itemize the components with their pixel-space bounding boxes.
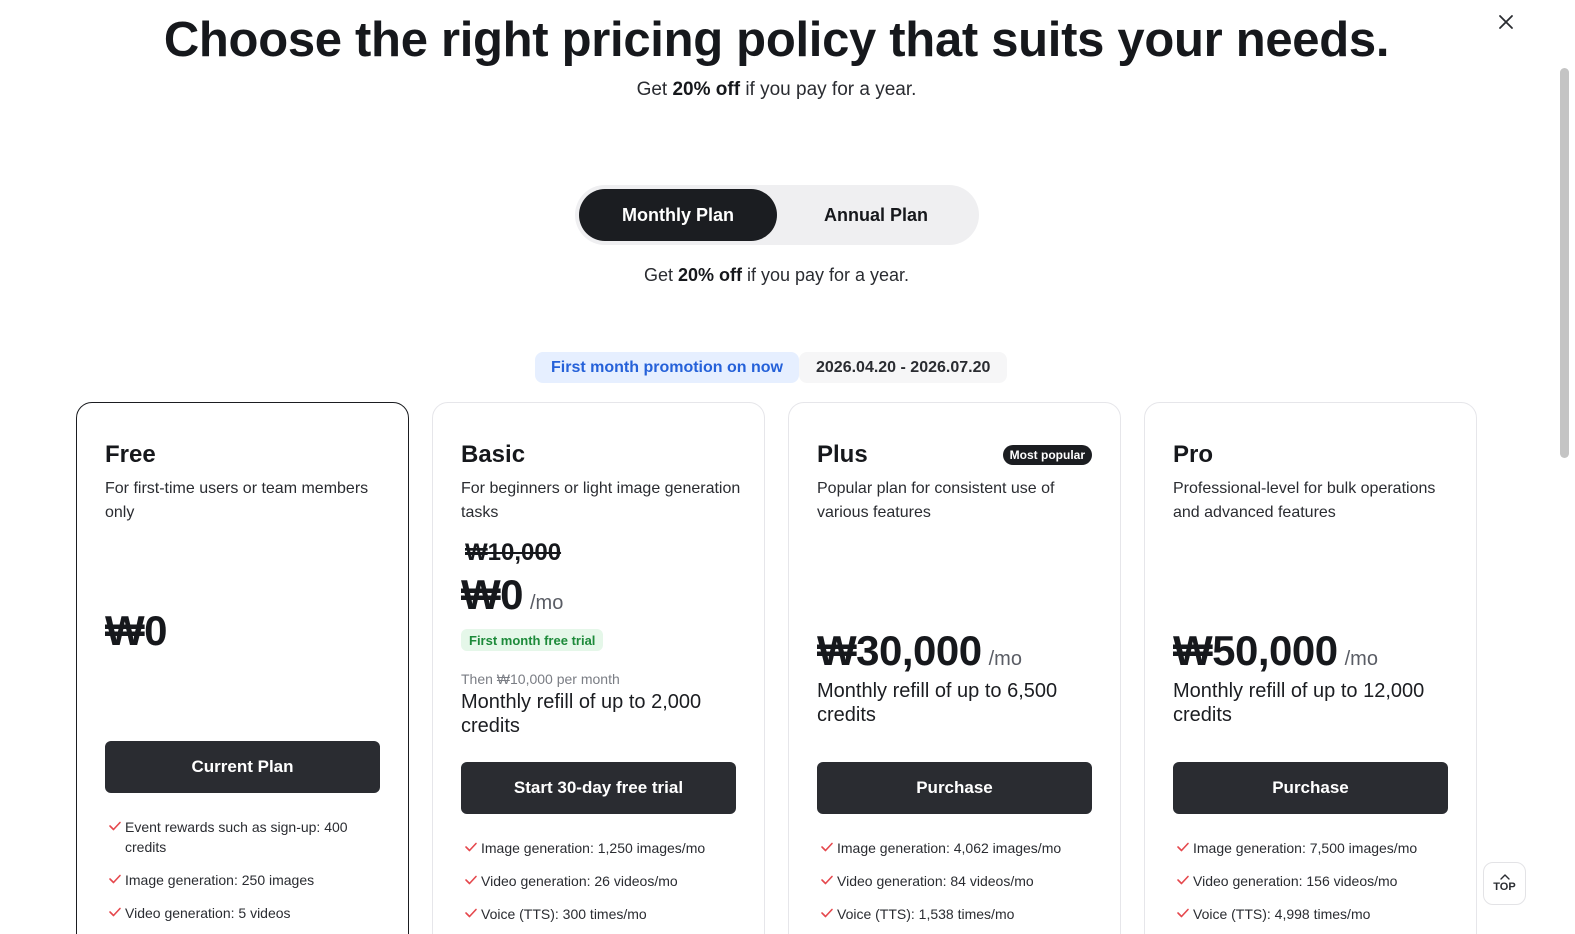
plan-card-pro: Pro Professional-level for bulk operatio…	[1144, 402, 1477, 934]
check-icon	[1177, 842, 1189, 852]
price-row: ₩0 /mo	[461, 571, 563, 619]
feature-text: Image generation: 4,062 images/mo	[837, 840, 1062, 856]
feature-text: Voice (TTS): 1,538 times/mo	[837, 906, 1015, 922]
feature-item: Image generation: 7,500 images/mo	[1173, 838, 1458, 858]
scrollbar-thumb[interactable]	[1560, 68, 1569, 458]
feature-item: Video generation: 5 videos	[105, 903, 390, 923]
price-row: ₩50,000 /mo	[1173, 627, 1378, 675]
feature-item: Image generation: 250 images	[105, 870, 390, 890]
feature-text: Video generation: 5 videos	[125, 905, 291, 921]
price-period: /mo	[988, 648, 1022, 670]
plan-description: Popular plan for consistent use of vario…	[817, 480, 1055, 521]
feature-item: Voice (TTS): 1,538 times/mo	[817, 904, 1102, 924]
feature-text: Video generation: 26 videos/mo	[481, 873, 678, 889]
discount-note-bold: 20% off	[672, 79, 741, 100]
toggle-note-pre: Get	[643, 265, 678, 285]
plan-card-plus: Plus Most popular Popular plan for consi…	[788, 402, 1121, 934]
feature-item: Video generation: 84 videos/mo	[817, 871, 1102, 891]
plan-name: Plus	[817, 441, 868, 468]
feature-item: Video generation: 156 videos/mo	[1173, 871, 1458, 891]
price-period: /mo	[530, 592, 564, 614]
check-icon	[465, 842, 477, 852]
plan-description: Professional-level for bulk operations a…	[1173, 480, 1436, 521]
then-price-note: Then ₩10,000 per month	[461, 671, 620, 687]
check-icon	[109, 874, 121, 884]
most-popular-badge: Most popular	[1002, 445, 1092, 465]
check-icon	[1177, 875, 1189, 885]
credits-note: Monthly refill of up to 12,000 credits	[1173, 680, 1425, 726]
check-icon	[821, 875, 833, 885]
monthly-plan-tab[interactable]: Monthly Plan	[579, 189, 777, 241]
promotion-badge: First month promotion on now	[535, 352, 799, 383]
check-icon	[1177, 908, 1189, 918]
start-trial-button[interactable]: Start 30-day free trial	[461, 762, 736, 814]
plan-card-basic: Basic For beginners or light image gener…	[432, 402, 765, 934]
feature-text: Image generation: 250 images	[125, 872, 315, 888]
plan-price: ₩50,000	[1173, 627, 1338, 674]
check-icon	[109, 821, 121, 831]
feature-item: Video generation: 26 videos/mo	[461, 871, 746, 891]
discount-note-pre: Get	[636, 79, 673, 100]
check-icon	[465, 875, 477, 885]
feature-text: Voice (TTS): 4,998 times/mo	[1193, 906, 1371, 922]
original-price: ₩10,000	[465, 539, 562, 566]
feature-list: Image generation: 4,062 images/mo Video …	[817, 838, 1102, 934]
plan-name: Pro	[1173, 441, 1214, 468]
plan-price: ₩0	[105, 607, 168, 654]
price-row: ₩30,000 /mo	[817, 627, 1022, 675]
arrow-up-icon	[1499, 874, 1510, 880]
plan-price: ₩30,000	[817, 627, 982, 674]
check-icon	[465, 908, 477, 918]
feature-item: Image generation: 1,250 images/mo	[461, 838, 746, 858]
billing-toggle: Monthly Plan Annual Plan	[575, 185, 979, 245]
plan-card-free: Free For first-time users or team member…	[76, 402, 409, 934]
purchase-pro-button[interactable]: Purchase	[1173, 762, 1448, 814]
price-period: /mo	[1344, 648, 1378, 670]
feature-list: Image generation: 1,250 images/mo Video …	[461, 838, 746, 934]
purchase-plus-button[interactable]: Purchase	[817, 762, 1092, 814]
feature-text: Video generation: 156 videos/mo	[1193, 873, 1398, 889]
page-title: Choose the right pricing policy that sui…	[163, 13, 1390, 67]
feature-item: Voice (TTS): 300 times/mo	[461, 904, 746, 924]
back-to-top-button[interactable]: TOP	[1483, 862, 1526, 905]
feature-item: Image generation: 4,062 images/mo	[817, 838, 1102, 858]
feature-text: Image generation: 1,250 images/mo	[481, 840, 706, 856]
toggle-discount-note: Get 20% off if you pay for a year.	[0, 265, 1553, 286]
feature-list: Image generation: 7,500 images/mo Video …	[1173, 838, 1458, 934]
credits-note: Monthly refill of up to 2,000 credits	[461, 691, 702, 737]
feature-text: Video generation: 84 videos/mo	[837, 873, 1034, 889]
plan-description: For first-time users or team members onl…	[105, 480, 369, 521]
promotion-dates: 2026.04.20 - 2026.07.20	[799, 352, 1008, 383]
discount-note-post: if you pay for a year.	[740, 79, 917, 100]
feature-text: Voice (TTS): 300 times/mo	[481, 906, 647, 922]
trial-tag: First month free trial	[461, 629, 604, 651]
toggle-note-bold: 20% off	[677, 265, 742, 285]
feature-item: Event rewards such as sign-up: 400 credi…	[105, 817, 390, 857]
back-to-top-label: TOP	[1493, 881, 1516, 893]
plan-name: Free	[105, 441, 156, 468]
feature-text: Event rewards such as sign-up: 400 credi…	[125, 819, 348, 855]
plan-description: For beginners or light image generation …	[461, 480, 741, 521]
check-icon	[821, 842, 833, 852]
price-row: ₩0	[105, 607, 168, 655]
toggle-note-post: if you pay for a year.	[741, 265, 910, 285]
check-icon	[821, 908, 833, 918]
plan-price: ₩0	[461, 571, 524, 618]
annual-plan-tab[interactable]: Annual Plan	[777, 189, 975, 241]
check-icon	[109, 907, 121, 917]
plan-name: Basic	[461, 441, 526, 468]
credits-note: Monthly refill of up to 6,500 credits	[817, 680, 1058, 726]
feature-item: Voice (TTS): 4,998 times/mo	[1173, 904, 1458, 924]
current-plan-button[interactable]: Current Plan	[105, 741, 380, 793]
discount-note: Get 20% off if you pay for a year.	[0, 79, 1553, 101]
feature-list: Event rewards such as sign-up: 400 credi…	[105, 817, 390, 934]
feature-text: Image generation: 7,500 images/mo	[1193, 840, 1418, 856]
